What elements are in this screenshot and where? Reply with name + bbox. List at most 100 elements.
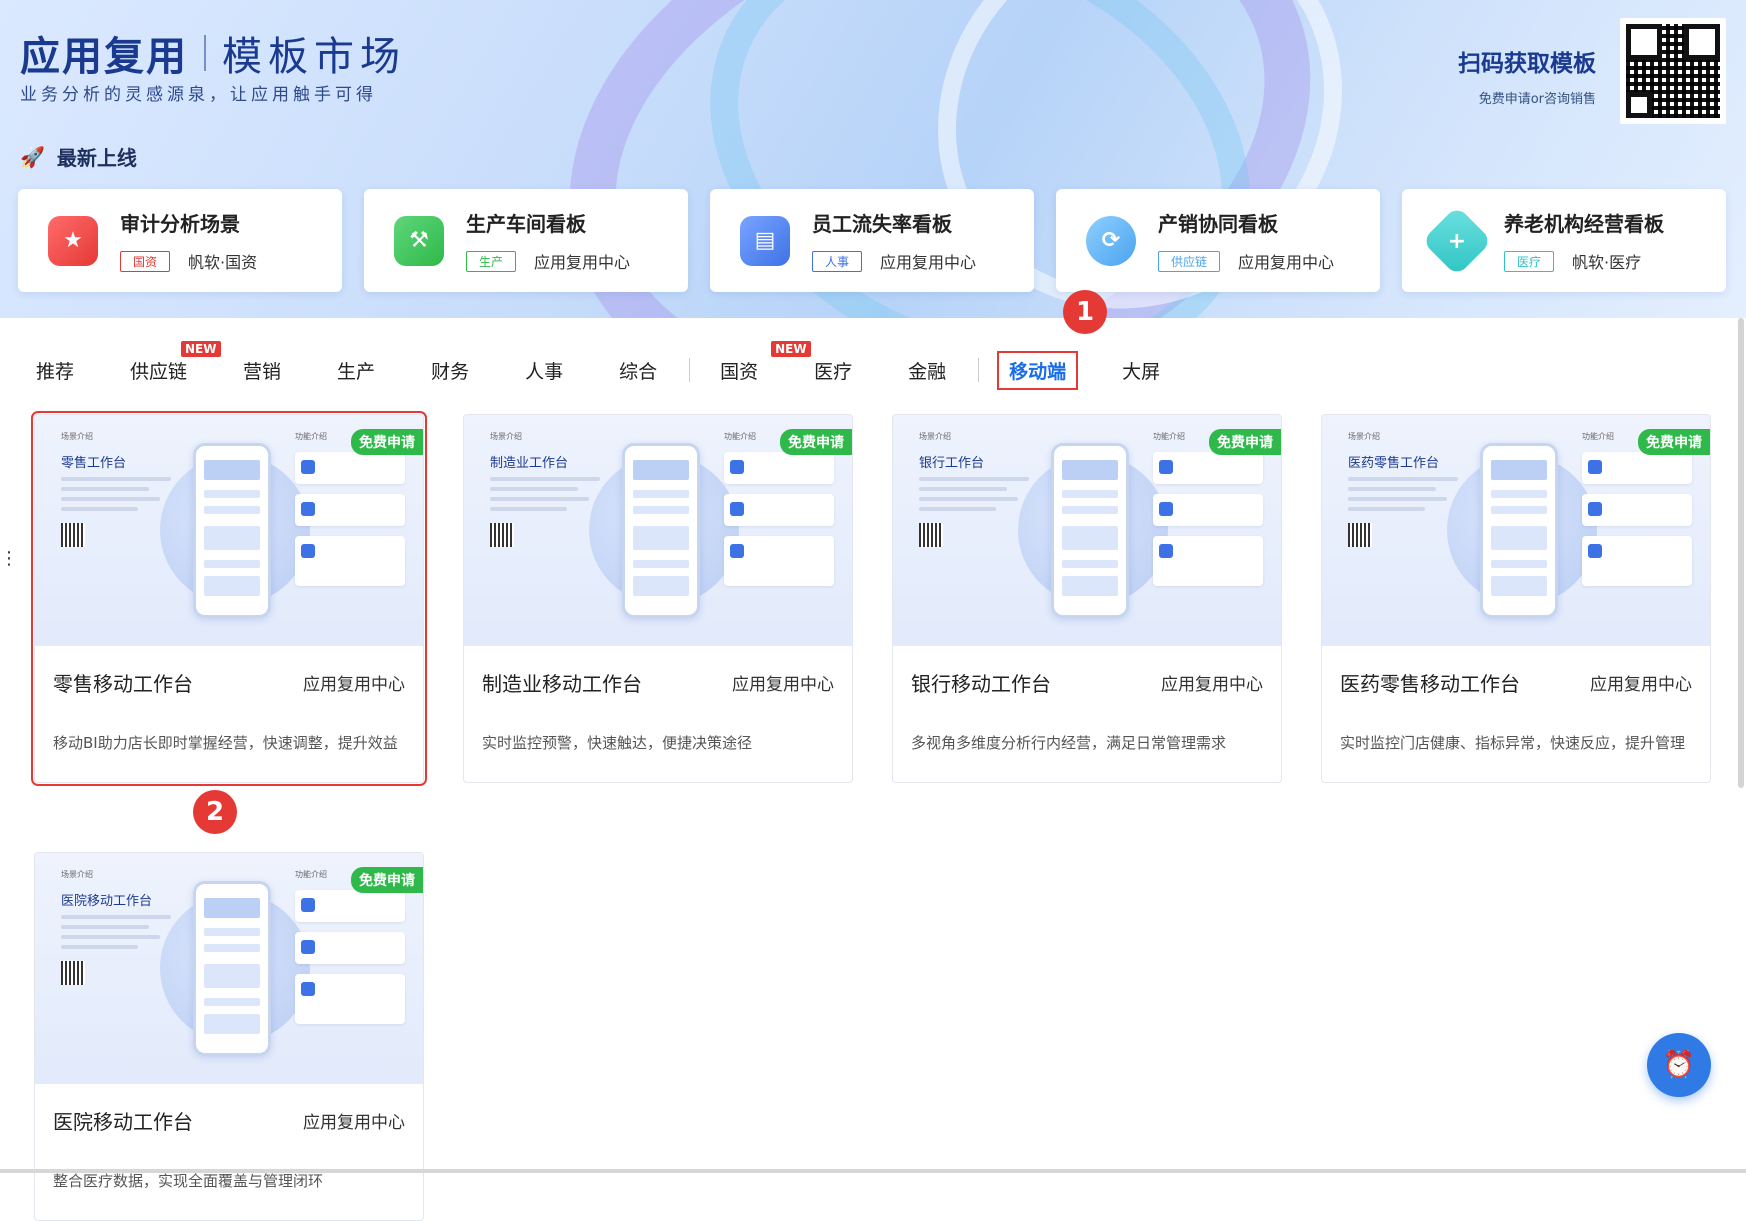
thumb-title: 医药零售工作台 — [1348, 456, 1440, 471]
free-apply-badge[interactable]: 免费申请 — [1638, 429, 1710, 455]
phone-mockup — [193, 443, 271, 618]
tab-hr[interactable]: 人事 — [525, 357, 563, 384]
free-apply-badge[interactable]: 免费申请 — [351, 867, 423, 893]
feature-box — [1582, 452, 1692, 484]
tab-recommend[interactable]: 推荐 — [36, 357, 74, 384]
thumb-line — [61, 477, 171, 481]
brand-subtitle: 模板市场 — [222, 34, 406, 80]
thumb-line — [490, 487, 578, 491]
latest-card[interactable]: ⚒ 生产车间看板 生产 应用复用中心 — [364, 189, 688, 292]
thumb-line — [919, 477, 1029, 481]
thumb-label-left: 场景介绍 — [919, 432, 951, 441]
template-card[interactable]: 场景介绍 医药零售工作台 功能介绍 免费申请 医药零售移动工作台 应用复用中心 实… — [1321, 414, 1711, 783]
brand-title: 应用复用 — [20, 34, 188, 80]
template-source: 应用复用中心 — [732, 675, 834, 695]
latest-card-tag: 人事 — [812, 250, 863, 272]
template-title: 银行移动工作台 — [911, 672, 1051, 696]
qr-icon — [919, 523, 943, 547]
tab-big-screen[interactable]: 大屏 — [1122, 357, 1160, 384]
tab-production[interactable]: 生产 — [337, 357, 375, 384]
thumbnail-intro: 场景介绍 医院移动工作台 — [61, 869, 171, 985]
new-badge: NEW — [181, 340, 221, 357]
thumb-line — [61, 487, 149, 491]
scan-subtitle: 免费申请or咨询销售 — [1478, 92, 1596, 107]
template-thumbnail: 场景介绍 医院移动工作台 功能介绍 免费申请 — [35, 853, 423, 1084]
tab-finance-banking[interactable]: 金融 — [908, 357, 946, 384]
latest-card[interactable]: + 养老机构经营看板 医疗 帆软·医疗 — [1402, 189, 1726, 292]
feature-box — [1153, 536, 1263, 586]
tab-label: 国资 — [720, 360, 759, 383]
latest-card-title: 审计分析场景 — [120, 212, 240, 236]
latest-card-tag: 医疗 — [1504, 250, 1555, 272]
feature-box — [295, 890, 405, 922]
feature-box — [295, 932, 405, 964]
template-description: 整合医疗数据，实现全面覆盖与管理闭环 — [53, 1172, 324, 1190]
category-tabs: 推荐 供应链 NEW 营销 生产 财务 人事 综合 国资 NEW 医疗 金融 移动端… — [36, 340, 1216, 390]
feature-box — [724, 494, 834, 526]
thumb-line — [1348, 507, 1425, 511]
slogan: 业务分析的灵感源泉，让应用触手可得 — [20, 85, 377, 105]
template-source: 应用复用中心 — [1161, 675, 1263, 695]
scrollbar[interactable] — [1738, 318, 1744, 788]
sync-icon: ⟳ — [1086, 215, 1136, 266]
scan-title: 扫码获取模板 — [1458, 51, 1596, 77]
template-thumbnail: 场景介绍 银行工作台 功能介绍 免费申请 — [893, 415, 1281, 646]
phone-mockup — [622, 443, 700, 618]
thumb-line — [490, 497, 589, 501]
template-source: 应用复用中心 — [303, 1113, 405, 1133]
thumb-line — [61, 507, 138, 511]
thumb-title: 银行工作台 — [919, 456, 985, 471]
latest-section-header: 🚀 最新上线 — [20, 142, 137, 171]
latest-card[interactable]: ▤ 员工流失率看板 人事 应用复用中心 — [710, 189, 1034, 292]
thumb-line — [919, 497, 1018, 501]
alarm-icon[interactable]: ⏰ — [1647, 1033, 1711, 1097]
free-apply-badge[interactable]: 免费申请 — [351, 429, 423, 455]
thumb-label-left: 场景介绍 — [490, 432, 522, 441]
phone-mockup — [1051, 443, 1129, 618]
tab-divider — [689, 358, 691, 382]
tab-mobile[interactable]: 移动端 — [997, 350, 1079, 390]
thumb-label-left: 场景介绍 — [61, 432, 93, 441]
latest-card-title: 养老机构经营看板 — [1504, 212, 1664, 236]
thumb-line — [919, 487, 1007, 491]
feature-box — [724, 452, 834, 484]
latest-card[interactable]: ⟳ 产销协同看板 供应链 应用复用中心 — [1056, 189, 1380, 292]
free-apply-badge[interactable]: 免费申请 — [1209, 429, 1281, 455]
tab-label: 供应链 — [130, 360, 188, 383]
brand-divider — [204, 35, 206, 71]
latest-card-tag: 生产 — [466, 250, 517, 272]
latest-card-tag: 供应链 — [1158, 250, 1221, 272]
latest-card-tag: 国资 — [120, 250, 171, 272]
free-apply-badge[interactable]: 免费申请 — [780, 429, 852, 455]
thumbnail-intro: 场景介绍 零售工作台 — [61, 431, 171, 547]
bottom-border — [0, 1169, 1746, 1173]
step-marker-2: 2 — [193, 790, 237, 834]
thumb-line — [1348, 497, 1447, 501]
feature-box — [724, 536, 834, 586]
thumbnail-intro: 场景介绍 制造业工作台 — [490, 431, 600, 547]
template-title: 零售移动工作台 — [53, 672, 193, 696]
side-handle[interactable]: ⋮ — [0, 548, 18, 569]
thumbnail-intro: 场景介绍 银行工作台 — [919, 431, 1029, 547]
tab-medical[interactable]: 医疗 — [814, 357, 852, 384]
tab-finance[interactable]: 财务 — [431, 357, 469, 384]
tab-marketing[interactable]: 营销 — [243, 357, 281, 384]
tab-supply-chain[interactable]: 供应链 NEW — [130, 340, 221, 384]
template-card[interactable]: 场景介绍 银行工作台 功能介绍 免费申请 银行移动工作台 应用复用中心 多视角多维… — [892, 414, 1282, 783]
medical-plus-icon: + — [1421, 205, 1493, 276]
qr-code[interactable] — [1620, 18, 1726, 124]
thumb-title: 制造业工作台 — [490, 456, 569, 471]
template-card[interactable]: 场景介绍 制造业工作台 功能介绍 免费申请 制造业移动工作台 应用复用中心 实时监… — [463, 414, 853, 783]
feature-box — [1153, 494, 1263, 526]
tab-state-assets[interactable]: 国资 NEW — [720, 340, 811, 384]
template-card[interactable]: 场景介绍 零售工作台 功能介绍 免费申请 零售移动工作台 应用复用中心 移动BI助… — [31, 411, 427, 786]
template-card[interactable]: 场景介绍 医院移动工作台 功能介绍 免费申请 医院移动工作台 应用复用中心 整合医… — [34, 852, 424, 1221]
thumb-line — [61, 945, 138, 949]
tab-general[interactable]: 综合 — [619, 357, 657, 384]
latest-card[interactable]: ★ 审计分析场景 国资 帆软·国资 — [18, 189, 342, 292]
thumb-label-left: 场景介绍 — [61, 870, 93, 879]
template-description: 移动BI助力店长即时掌握经营，快速调整，提升效益 — [53, 734, 398, 752]
feature-box — [1153, 452, 1263, 484]
template-title: 医院移动工作台 — [53, 1110, 193, 1134]
latest-label: 最新上线 — [56, 146, 137, 170]
